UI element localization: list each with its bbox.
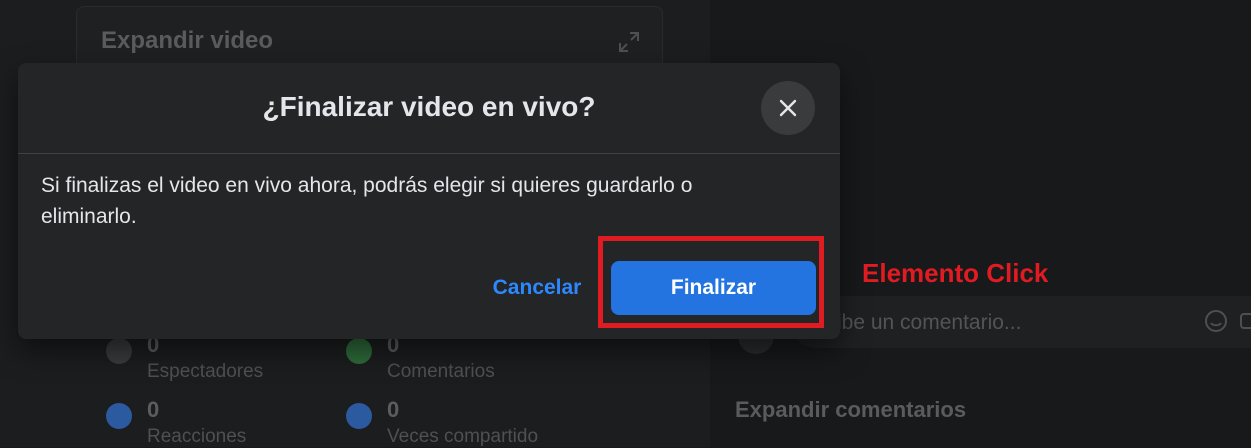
like-icon: [106, 403, 132, 429]
close-button[interactable]: [761, 81, 815, 135]
expand-video-title: Expandir video: [101, 27, 274, 54]
click-highlight-box: [598, 236, 824, 328]
share-icon: [346, 403, 372, 429]
cancel-button[interactable]: Cancelar: [482, 261, 592, 315]
stat-value: 0: [147, 397, 160, 422]
comment-input[interactable]: ribe un comentario...: [790, 296, 1251, 348]
comment-placeholder: ribe un comentario...: [830, 311, 1022, 334]
dialog-divider: [18, 153, 840, 154]
sticker-icon[interactable]: [1204, 309, 1228, 333]
stat-value: 0: [387, 397, 400, 422]
eye-icon: [106, 338, 132, 364]
expand-video-card[interactable]: Expandir video: [76, 6, 663, 68]
stat-label: Veces compartido: [387, 426, 539, 447]
camera-icon[interactable]: [1240, 309, 1251, 333]
close-icon: [779, 99, 797, 117]
stat-reactions: 0 Reacciones: [86, 365, 306, 447]
stat-label: Reacciones: [147, 426, 247, 447]
stat-shares: 0 Veces compartido: [326, 365, 546, 447]
click-annotation-label: Elemento Click: [862, 258, 1049, 288]
expand-comments-title[interactable]: Expandir comentarios: [735, 397, 966, 423]
dialog-message: Si finalizas el video en vivo ahora, pod…: [41, 174, 693, 228]
dialog-title: ¿Finalizar video en vivo?: [262, 91, 596, 122]
expand-icon[interactable]: [618, 31, 640, 53]
comment-icon: [346, 338, 372, 364]
